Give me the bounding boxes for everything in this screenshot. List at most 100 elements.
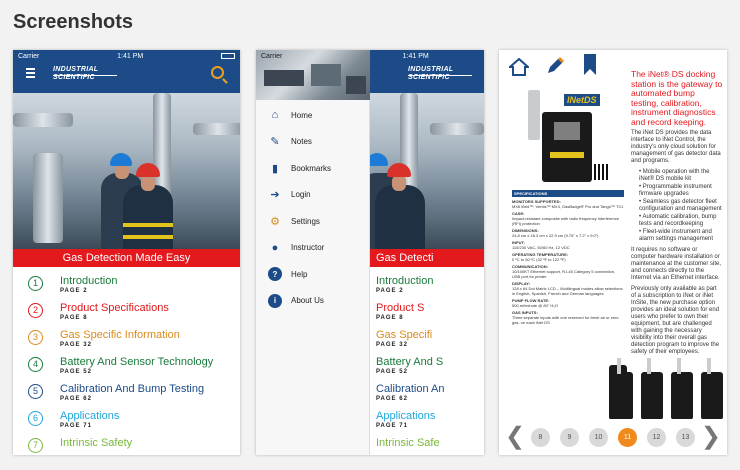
toc-item[interactable]: 2 Product Specifications PAGE 8 bbox=[13, 299, 240, 326]
toc-title: Product Specifications bbox=[60, 302, 169, 314]
page-number-button[interactable]: 12 bbox=[647, 427, 666, 447]
toc-title: Gas Specific Information bbox=[60, 329, 180, 341]
menu-item-home[interactable]: ⌂ Home bbox=[256, 102, 370, 128]
qr-code-icon bbox=[594, 164, 610, 180]
toc-page: PAGE 52 bbox=[60, 369, 92, 375]
toc-list: Introduction PAGE 2 Product S PAGE 8 Gas Spe… bbox=[370, 272, 484, 455]
previous-page-icon[interactable]: ❮ bbox=[505, 425, 525, 449]
page-navigation: ❮ 8 9 10 11 12 13 ❯ bbox=[499, 419, 727, 455]
bullet-item: • Fleet-wide instrument and alarm settin… bbox=[639, 229, 714, 242]
bullet-item: • Mobile operation with the iNet® DS mob… bbox=[639, 169, 710, 182]
bullet-text: Seamless gas detector fleet configuratio… bbox=[639, 199, 722, 212]
toc-number: 1 bbox=[28, 276, 43, 291]
bookmark-icon: ▮ bbox=[271, 162, 279, 175]
menu-item-help[interactable]: ? Help bbox=[256, 261, 370, 287]
page-left-column: INetDS SPECIFICATIONS MONITORS SUPPORTED… bbox=[499, 50, 627, 420]
toc-item[interactable]: 3 Gas Specific Information PAGE 32 bbox=[13, 326, 240, 353]
brand-logo: INDUSTRIAL SCIENTIFIC bbox=[53, 66, 118, 81]
spec-value: 10/100KT Ethernet support, RJ-45 Categor… bbox=[512, 269, 616, 279]
pencil-icon[interactable] bbox=[545, 56, 565, 76]
spec-value: 115/230 VAC, 50/60 Hz, 12 VDC bbox=[512, 245, 570, 250]
toc-item[interactable]: Battery And S PAGE 52 bbox=[370, 353, 484, 380]
toc-item[interactable]: Introduction PAGE 2 bbox=[370, 272, 484, 299]
menu-item-label: Help bbox=[291, 269, 308, 279]
bullet-text: Programmable instrument firmware upgrade… bbox=[639, 184, 712, 197]
toc-item[interactable]: 7 Intrinsic Safety bbox=[13, 434, 240, 455]
toc-item[interactable]: Applications PAGE 71 bbox=[370, 407, 484, 434]
menu-item-settings[interactable]: ⚙ Settings bbox=[256, 208, 370, 234]
spec-value: Three separate inputs with one reserved … bbox=[512, 315, 619, 325]
menu-item-label: Bookmarks bbox=[291, 163, 332, 173]
toc-list: 1 Introduction PAGE 2 2 Product Specificatio… bbox=[13, 272, 240, 455]
status-bar: Carrier 1:41 PM bbox=[13, 50, 240, 62]
bullet-item: • Seamless gas detector fleet configurat… bbox=[639, 199, 722, 212]
battery-icon bbox=[221, 53, 235, 59]
page-number-button[interactable]: 10 bbox=[589, 427, 608, 447]
toc-item[interactable]: 6 Applications PAGE 71 bbox=[13, 407, 240, 434]
toc-item[interactable]: 4 Battery And Sensor Technology PAGE 52 bbox=[13, 353, 240, 380]
hero-image bbox=[370, 93, 484, 249]
next-page-icon[interactable]: ❯ bbox=[701, 425, 721, 449]
screenshot-page: INetDS SPECIFICATIONS MONITORS SUPPORTED… bbox=[499, 50, 727, 455]
menu-item-label: Login bbox=[291, 190, 311, 199]
menu-item-about-us[interactable]: i About Us bbox=[256, 288, 370, 314]
page-number-button[interactable]: 9 bbox=[560, 427, 579, 447]
sensor-devices-image bbox=[499, 340, 627, 420]
brand-logo: INDUSTRIAL SCIENTIFIC bbox=[408, 66, 473, 81]
screenshot-toc: Carrier 1:41 PM INDUSTRIAL SCIENTIFIC Gas… bbox=[13, 50, 240, 455]
toc-title: Introduction bbox=[60, 275, 118, 287]
page-paragraph: The iNet DS provides the data interface … bbox=[631, 130, 721, 164]
person-icon: ● bbox=[271, 241, 279, 254]
inetds-logo: INetDS bbox=[564, 94, 600, 106]
spec-value: 500 ml/minute @ 80" H₂O bbox=[512, 303, 558, 308]
menu-item-instructor[interactable]: ● Instructor bbox=[256, 235, 370, 261]
status-bar: Carrier 1:41 PM bbox=[256, 50, 484, 62]
toc-number: 4 bbox=[28, 357, 43, 372]
page-number-button[interactable]: 11 bbox=[618, 427, 637, 447]
menu-item-login[interactable]: ➔ Login bbox=[256, 182, 370, 208]
menu-item-label: Notes bbox=[291, 137, 312, 146]
toc-page: PAGE 71 bbox=[376, 423, 408, 429]
bookmark-icon[interactable] bbox=[583, 54, 597, 76]
bullet-text: Fleet-wide instrument and alarm settings… bbox=[639, 229, 714, 242]
hamburger-menu-icon[interactable] bbox=[26, 68, 35, 80]
toc-item[interactable]: Gas Specifi PAGE 32 bbox=[370, 326, 484, 353]
menu-item-label: Instructor bbox=[291, 243, 325, 252]
toc-item[interactable]: 5 Calibration And Bump Testing PAGE 62 bbox=[13, 380, 240, 407]
toc-item[interactable]: 1 Introduction PAGE 2 bbox=[13, 272, 240, 299]
toc-item[interactable]: Calibration An PAGE 62 bbox=[370, 380, 484, 407]
toc-item[interactable]: Product S PAGE 8 bbox=[370, 299, 484, 326]
carrier-label: Carrier bbox=[261, 52, 283, 60]
carrier-label: Carrier bbox=[18, 52, 40, 60]
spec-value: 128 x 64 Dot Matrix LCD – Multilingual m… bbox=[512, 286, 623, 296]
screenshot-menu: Carrier 1:41 PM INDUSTRIAL SCIENTIFIC Gas… bbox=[256, 50, 484, 455]
toc-title: Gas Specifi bbox=[376, 329, 433, 341]
toc-number: 7 bbox=[28, 438, 43, 453]
time-label: 1:41 PM bbox=[117, 52, 144, 60]
toc-page: PAGE 8 bbox=[60, 315, 88, 321]
bullet-text: Mobile operation with the iNet® DS mobil… bbox=[639, 169, 710, 182]
spec-value: Impact-resistant composite with radio fr… bbox=[512, 216, 619, 226]
gear-icon: ⚙ bbox=[270, 215, 280, 228]
toc-page: PAGE 32 bbox=[60, 342, 92, 348]
toc-title: Intrinsic Safe bbox=[376, 437, 440, 449]
toc-number: 3 bbox=[28, 330, 43, 345]
toc-page: PAGE 62 bbox=[376, 396, 408, 402]
time-label: 1:41 PM bbox=[402, 52, 429, 60]
menu-item-label: Settings bbox=[291, 216, 320, 226]
spec-header: SPECIFICATIONS bbox=[512, 190, 624, 197]
toc-title: Calibration An bbox=[376, 383, 445, 395]
bullet-item: • Automatic calibration, bump tests and … bbox=[639, 214, 717, 227]
page-number-button[interactable]: 8 bbox=[531, 427, 550, 447]
toc-page: PAGE 2 bbox=[60, 288, 88, 294]
spec-value: MX6 iBrid™, Ventis™ MX4, GasBadge® Pro a… bbox=[512, 204, 624, 209]
page-number-button[interactable]: 13 bbox=[676, 427, 695, 447]
home-icon[interactable] bbox=[507, 57, 531, 76]
search-icon[interactable] bbox=[211, 66, 224, 79]
banner: Gas Detecti bbox=[370, 249, 484, 267]
login-icon: ➔ bbox=[270, 189, 280, 201]
toc-item[interactable]: Intrinsic Safe bbox=[370, 434, 484, 455]
menu-item-bookmarks[interactable]: ▮ Bookmarks bbox=[256, 155, 370, 181]
menu-item-notes[interactable]: ✎ Notes bbox=[256, 129, 370, 155]
toc-number: 2 bbox=[28, 303, 43, 318]
